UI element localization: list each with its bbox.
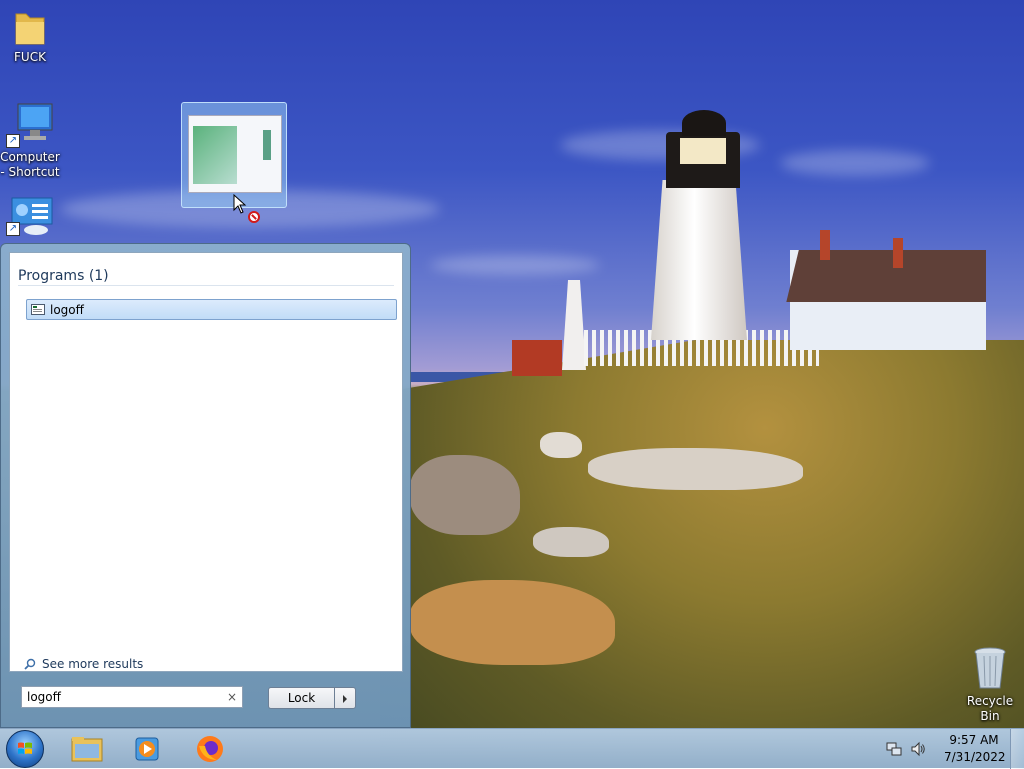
start-search-input[interactable] [27, 690, 217, 704]
header-divider [18, 285, 394, 286]
see-more-label: See more results [42, 657, 144, 671]
program-icon [31, 304, 45, 315]
desktop-icon-label: Computer - Shortcut [0, 150, 60, 179]
power-split-button: Lock [268, 687, 356, 709]
taskbar-clock[interactable]: 9:57 AM 7/31/2022 [944, 732, 1006, 766]
control-panel-icon: ↗ [6, 196, 54, 236]
folder-icon [12, 8, 48, 48]
search-results-pane: Programs (1) logoff See more results [9, 252, 403, 672]
system-tray [886, 729, 934, 769]
show-desktop-button[interactable] [1010, 729, 1024, 769]
desktop-icon-label: FUCK [14, 50, 46, 64]
recycle-bin-icon [972, 644, 1008, 692]
start-search-box[interactable]: × [21, 686, 243, 708]
shortcut-arrow-icon: ↗ [6, 134, 20, 148]
lock-button[interactable]: Lock [268, 687, 334, 709]
see-more-results-link[interactable]: See more results [24, 657, 143, 671]
media-player-icon [135, 737, 159, 761]
clear-search-button[interactable]: × [227, 690, 237, 704]
taskbar-firefox-button[interactable] [188, 732, 232, 766]
drag-preview [181, 102, 287, 208]
shortcut-arrow-icon: ↗ [6, 222, 20, 236]
desktop-icon-computer[interactable]: ↗ Computer - Shortcut [0, 102, 60, 180]
search-result-label: logoff [50, 302, 84, 317]
taskbar-media-player-button[interactable] [125, 732, 169, 766]
no-drop-icon [248, 211, 260, 223]
taskbar: 9:57 AM 7/31/2022 [0, 728, 1024, 769]
search-result-logoff[interactable]: logoff [26, 299, 397, 320]
desktop-icon-control-panel[interactable]: ↗ [0, 196, 60, 238]
mouse-cursor-icon [233, 194, 247, 214]
taskbar-file-explorer-button[interactable] [65, 732, 109, 766]
start-menu: Programs (1) logoff See more results × L… [0, 243, 411, 728]
start-button[interactable] [6, 730, 44, 768]
window-thumbnail [188, 115, 282, 193]
volume-icon[interactable] [910, 741, 926, 757]
desktop-icon-recycle-bin[interactable]: Recycle Bin [960, 644, 1020, 724]
power-options-arrow-button[interactable] [334, 687, 356, 709]
clock-date: 7/31/2022 [944, 750, 1006, 764]
magnifier-icon [24, 658, 36, 670]
desktop-icon-folder[interactable]: FUCK [0, 8, 60, 65]
network-icon[interactable] [886, 741, 902, 757]
windows-logo-icon [18, 742, 32, 754]
computer-icon: ↗ [6, 102, 54, 148]
desktop-icon-label: Recycle Bin [966, 694, 1014, 723]
firefox-icon [197, 736, 223, 762]
file-explorer-icon [71, 737, 103, 762]
programs-header: Programs (1) [18, 268, 109, 284]
clock-time: 9:57 AM [949, 733, 999, 747]
